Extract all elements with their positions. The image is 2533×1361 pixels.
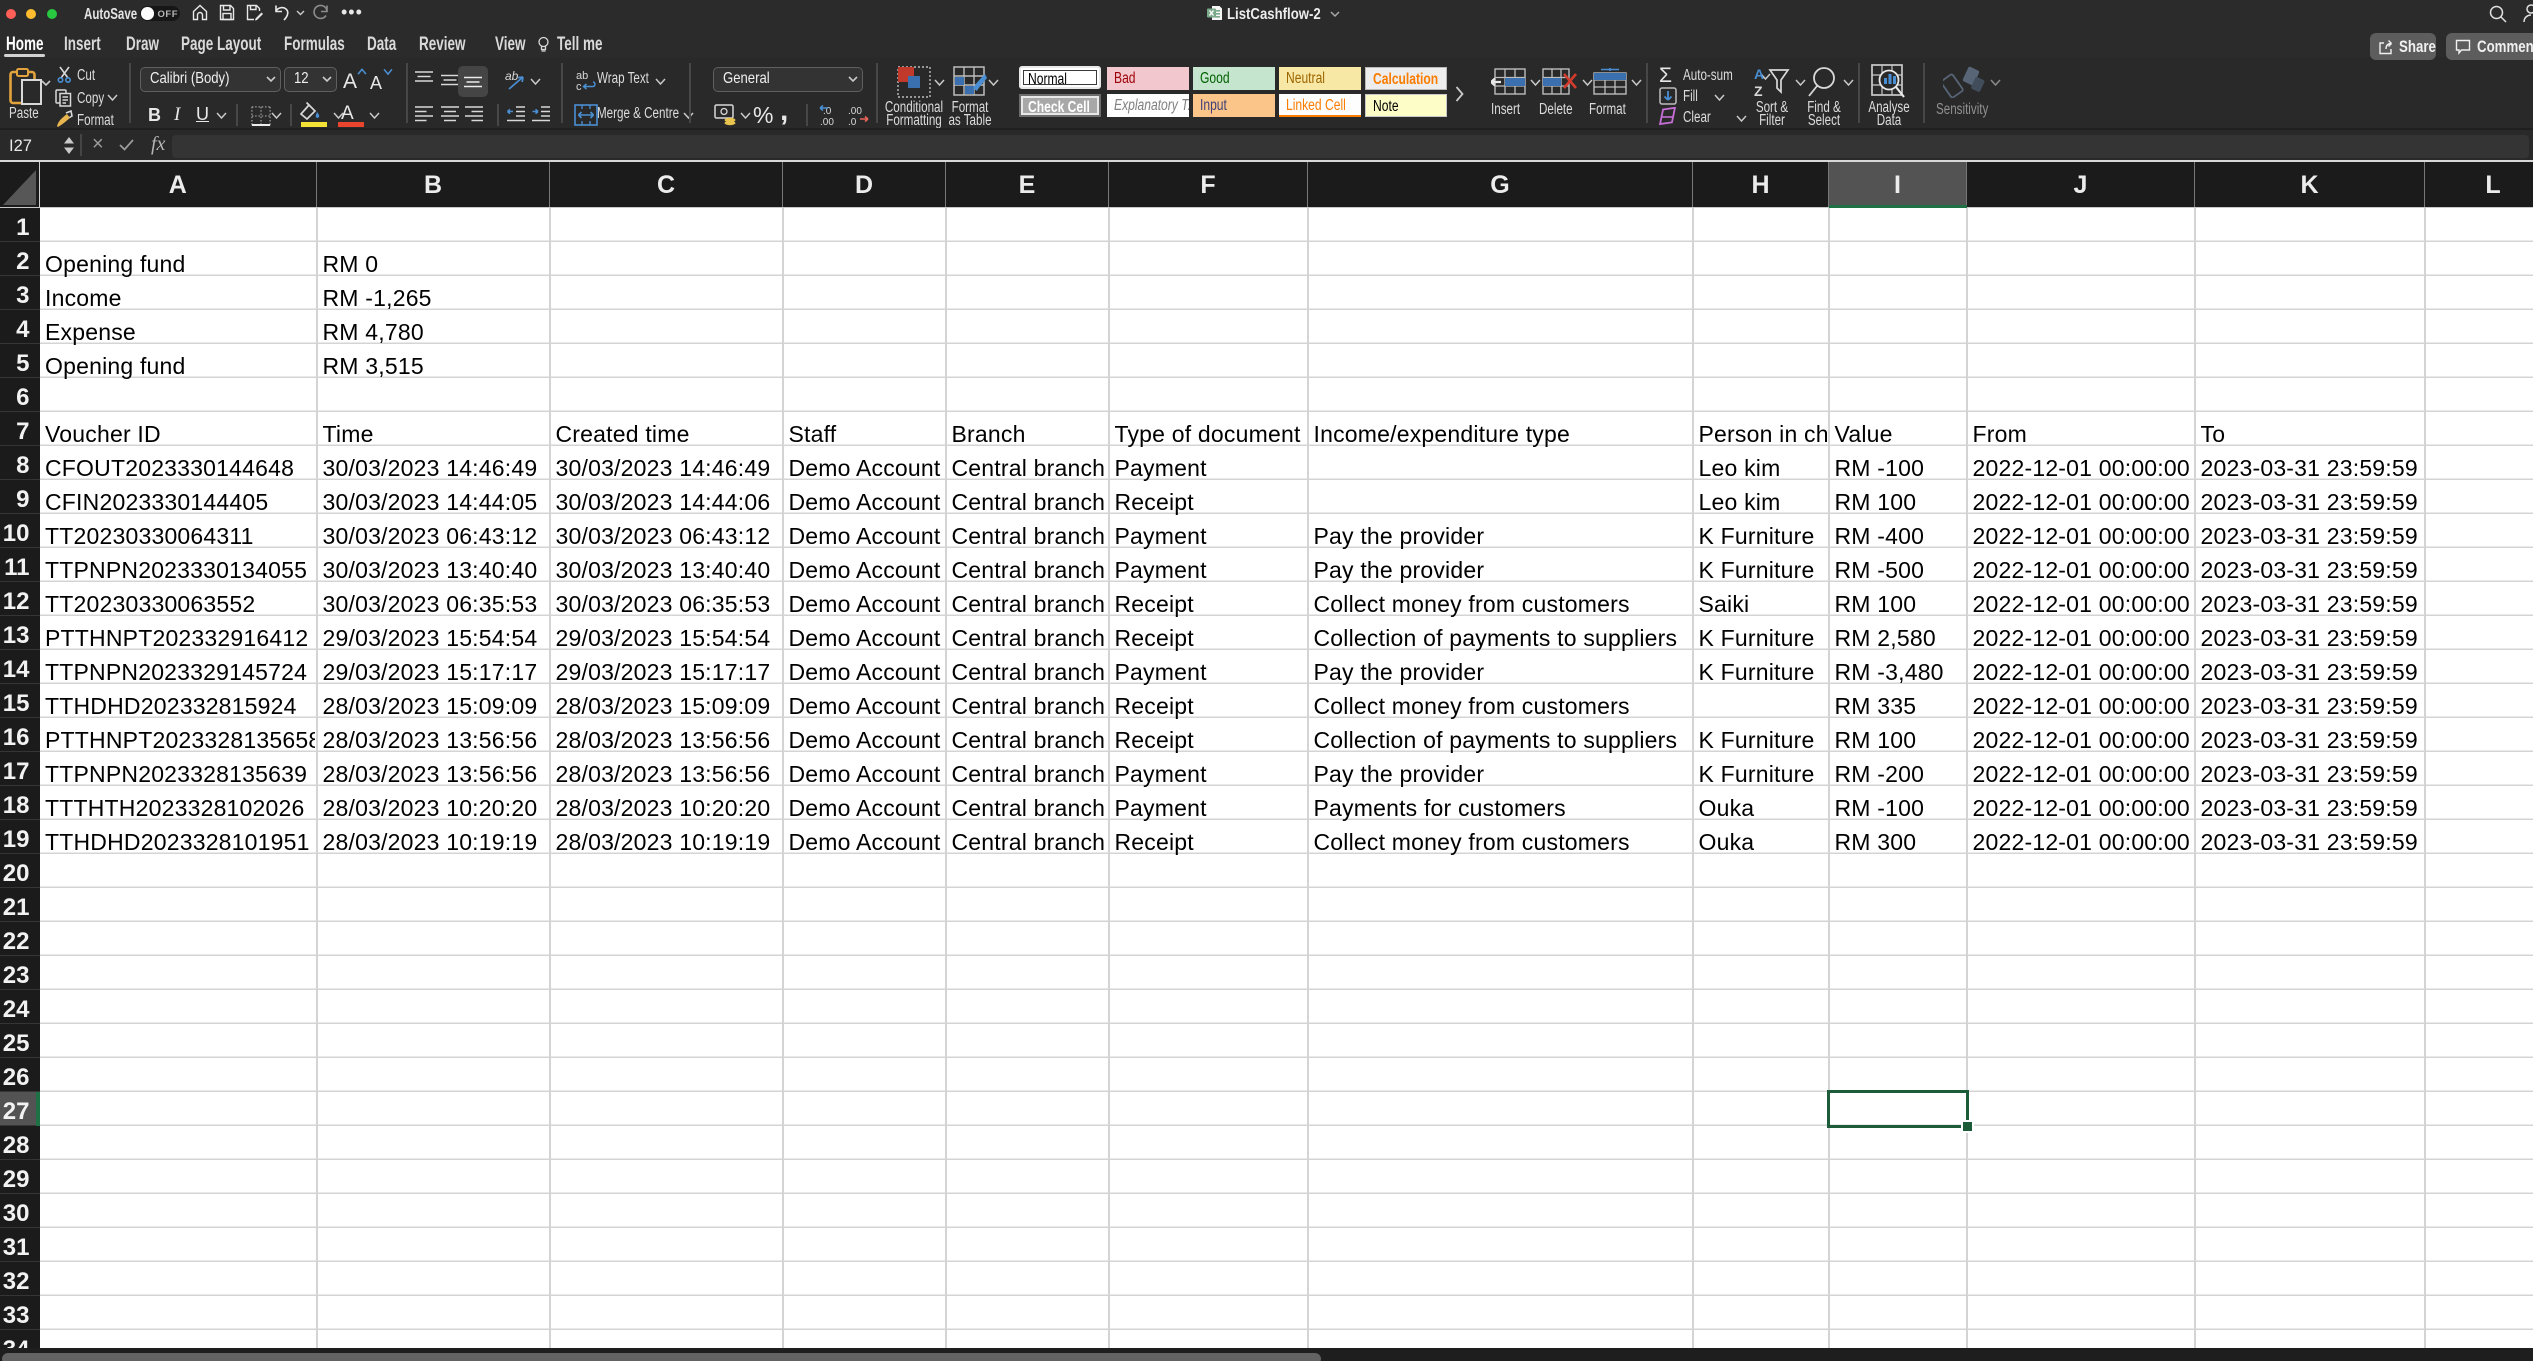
- svg-text:Z: Z: [1754, 83, 1763, 98]
- svg-text:c: c: [576, 81, 582, 92]
- svg-text:.00: .00: [848, 106, 862, 117]
- svg-text:ab: ab: [505, 69, 519, 83]
- svg-text:.00: .00: [820, 117, 834, 127]
- svg-text:.0: .0: [848, 117, 857, 127]
- svg-text:A: A: [1754, 66, 1764, 82]
